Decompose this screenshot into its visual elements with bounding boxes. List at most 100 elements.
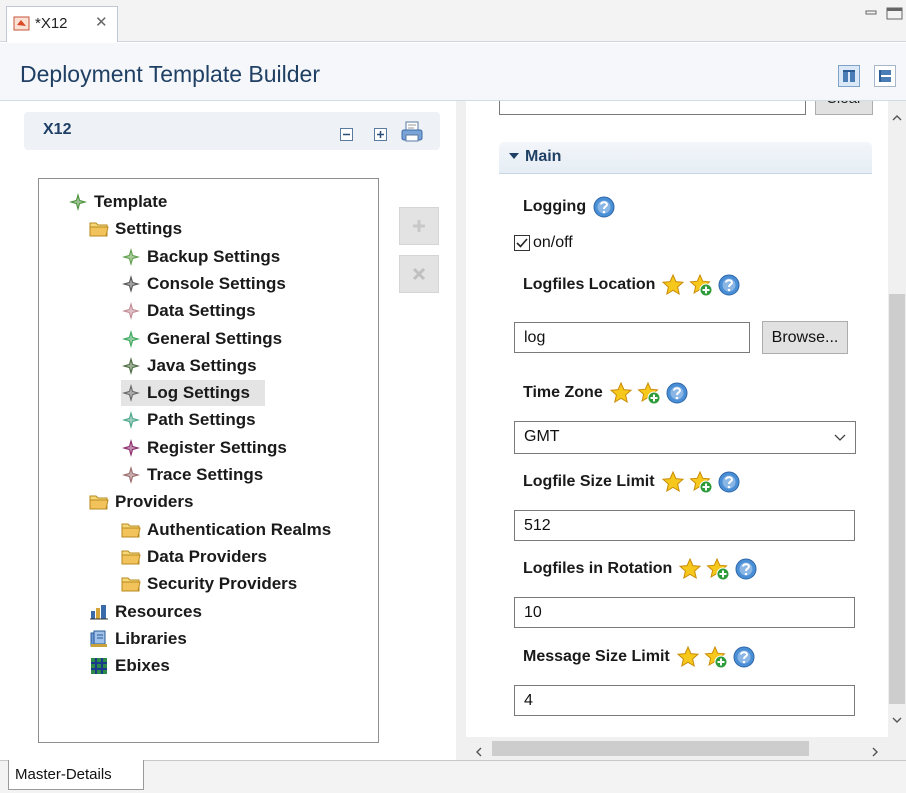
ebixes-icon xyxy=(89,656,109,676)
folder-icon xyxy=(89,492,109,512)
top-text-field[interactable] xyxy=(499,101,806,115)
tree-item[interactable]: Security Providers xyxy=(121,571,297,597)
pane-sash[interactable] xyxy=(456,101,466,760)
minimize-icon[interactable] xyxy=(865,6,879,16)
main-section-header[interactable]: Main xyxy=(499,142,872,174)
horizontal-scroll-thumb[interactable] xyxy=(492,741,809,756)
master-details-tab[interactable]: Master-Details xyxy=(8,760,144,790)
horizontal-scrollbar[interactable] xyxy=(466,737,888,760)
help-icon[interactable] xyxy=(592,195,616,219)
tree-item-label: Log Settings xyxy=(147,383,250,403)
bottom-tab-bar: Master-Details xyxy=(0,760,906,793)
tree-item-label: General Settings xyxy=(147,328,283,348)
scroll-down-icon[interactable] xyxy=(892,712,902,723)
logfiles-location-input[interactable]: log xyxy=(514,322,750,353)
vertical-layout-icon[interactable] xyxy=(874,65,896,87)
browse-button[interactable]: Browse... xyxy=(762,321,848,354)
tree-item-label: Resources xyxy=(115,601,202,621)
star-icon[interactable] xyxy=(678,557,702,581)
editor-tab[interactable]: *X12 ✕ xyxy=(6,6,118,42)
tree-item[interactable]: Register Settings xyxy=(121,435,287,461)
vertical-scrollbar[interactable] xyxy=(888,101,906,737)
tree-item[interactable]: General Settings xyxy=(121,326,282,352)
scroll-right-icon[interactable] xyxy=(870,744,880,757)
star-plus-icon[interactable] xyxy=(689,273,713,297)
tree-item[interactable]: Data Providers xyxy=(121,544,267,570)
star-plus-icon[interactable] xyxy=(637,381,661,405)
expand-all-icon[interactable] xyxy=(373,127,389,143)
logfile-size-limit-input[interactable]: 512 xyxy=(514,510,855,541)
logging-checkbox[interactable]: on/off xyxy=(514,234,573,252)
template-tree[interactable]: Template Settings Backup Settings Console S… xyxy=(38,178,379,743)
tree-item[interactable]: Authentication Realms xyxy=(121,517,331,543)
tree-item[interactable]: Backup Settings xyxy=(121,244,280,270)
tree-item-label: Java Settings xyxy=(147,355,257,375)
tree-item[interactable]: Trace Settings xyxy=(121,462,263,488)
help-icon[interactable] xyxy=(665,381,689,405)
settings-node-icon xyxy=(121,247,141,267)
settings-node-icon xyxy=(121,329,141,349)
checkbox-box[interactable] xyxy=(514,235,530,251)
time-zone-select[interactable]: GMT xyxy=(514,421,856,454)
scroll-corner xyxy=(888,737,906,760)
star-icon[interactable] xyxy=(676,645,700,669)
horizontal-layout-icon[interactable] xyxy=(838,65,860,87)
template-icon xyxy=(68,192,88,212)
tree-item[interactable]: Settings xyxy=(89,216,182,242)
star-plus-icon[interactable] xyxy=(704,645,728,669)
add-button[interactable] xyxy=(399,207,439,245)
settings-node-icon xyxy=(121,410,141,430)
tree-item-label: Libraries xyxy=(115,628,187,648)
settings-node-icon xyxy=(121,438,141,458)
star-plus-icon[interactable] xyxy=(689,470,713,494)
logging-label: Logging xyxy=(523,195,620,219)
tree-item-label: Path Settings xyxy=(147,410,256,430)
vertical-scroll-thumb[interactable] xyxy=(889,294,905,704)
star-icon[interactable] xyxy=(661,470,685,494)
main-section-title: Main xyxy=(525,148,562,165)
scroll-left-icon[interactable] xyxy=(474,744,484,757)
settings-node-icon xyxy=(121,274,141,294)
tree-item[interactable]: Libraries xyxy=(89,626,187,652)
remove-button[interactable] xyxy=(399,255,439,293)
help-icon[interactable] xyxy=(717,273,741,297)
tree-item[interactable]: Java Settings xyxy=(121,353,257,379)
tree-item[interactable]: Ebixes xyxy=(89,653,170,679)
message-size-limit-label-text: Message Size Limit xyxy=(523,648,670,665)
chevron-down-icon[interactable] xyxy=(833,431,847,445)
settings-node-icon xyxy=(121,383,141,403)
close-icon[interactable]: ✕ xyxy=(95,13,108,31)
clear-button[interactable]: Clear xyxy=(815,101,873,115)
tree-item[interactable]: Resources xyxy=(89,599,202,625)
tree-item[interactable]: Providers xyxy=(89,489,193,515)
collapse-all-icon[interactable] xyxy=(339,127,355,143)
settings-node-icon xyxy=(121,465,141,485)
master-section-header: X12 xyxy=(24,112,440,150)
help-icon[interactable] xyxy=(717,470,741,494)
tree-item[interactable]: Path Settings xyxy=(121,407,256,433)
libraries-icon xyxy=(89,629,109,649)
tree-item[interactable]: Log Settings xyxy=(121,380,265,407)
message-size-limit-input[interactable]: 4 xyxy=(514,685,855,716)
tree-item-label: Trace Settings xyxy=(147,465,264,484)
maximize-icon[interactable] xyxy=(886,6,904,20)
folder-icon xyxy=(121,574,141,594)
tree-item[interactable]: Data Settings xyxy=(121,298,256,324)
logfiles-in-rotation-input[interactable]: 10 xyxy=(514,597,855,628)
scroll-up-icon[interactable] xyxy=(892,110,902,121)
star-plus-icon[interactable] xyxy=(706,557,730,581)
tree-item[interactable]: Console Settings xyxy=(121,271,286,297)
logging-label-text: Logging xyxy=(523,198,587,215)
print-icon[interactable] xyxy=(400,120,424,144)
help-icon[interactable] xyxy=(732,645,756,669)
folder-icon xyxy=(89,219,109,239)
resources-icon xyxy=(89,602,109,622)
master-pane: X12 Template Settings Backup Settings Conso… xyxy=(17,109,447,749)
star-icon[interactable] xyxy=(609,381,633,405)
tree-item-label: Authentication Realms xyxy=(147,519,332,539)
star-icon[interactable] xyxy=(661,273,685,297)
form-header: Deployment Template Builder xyxy=(0,43,906,101)
help-icon[interactable] xyxy=(734,557,758,581)
tree-item[interactable]: Template xyxy=(68,189,167,215)
template-editor-icon xyxy=(13,16,31,32)
